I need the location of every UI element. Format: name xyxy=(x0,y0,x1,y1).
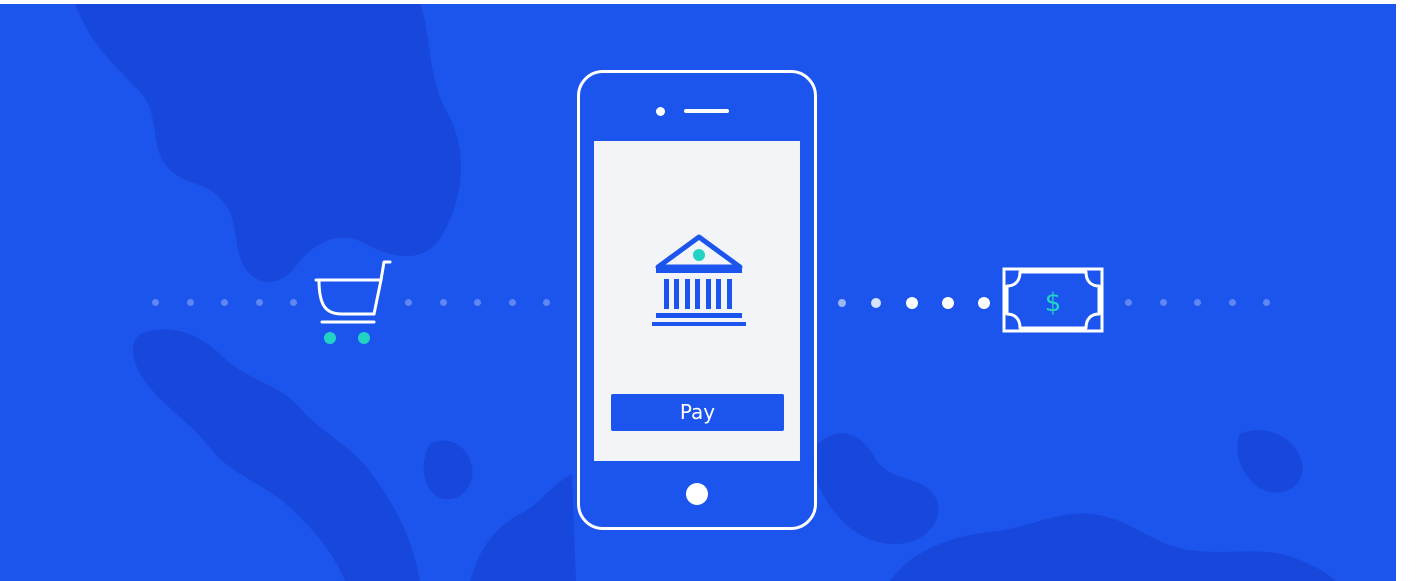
flow-dot-right-10 xyxy=(1263,299,1270,306)
phone-screen: Pay xyxy=(594,141,800,461)
map-landmass-middle xyxy=(132,329,420,581)
flow-dot-right-9 xyxy=(1229,299,1236,306)
map-landmass-bottom-center xyxy=(470,474,576,581)
shopping-cart-icon xyxy=(314,260,392,344)
dollar-sign: $ xyxy=(1045,288,1062,318)
flow-dot-right-4 xyxy=(942,297,954,309)
flow-dot-right-3 xyxy=(906,297,918,309)
smartphone: Pay xyxy=(577,70,817,530)
map-landmass-bottom-right xyxy=(890,513,1336,581)
pay-button[interactable]: Pay xyxy=(611,394,784,431)
map-landmass-far-right xyxy=(1237,430,1303,493)
flow-dot-left-3 xyxy=(221,299,228,306)
flow-dot-left-2 xyxy=(187,299,194,306)
flow-dot-left-5 xyxy=(290,299,297,306)
map-landmass-north xyxy=(75,4,462,283)
flow-dot-left-1 xyxy=(152,299,159,306)
phone-speaker xyxy=(684,109,729,113)
flow-dot-left-6 xyxy=(405,299,412,306)
phone-home-button xyxy=(686,483,708,505)
flow-dot-left-9 xyxy=(509,299,516,306)
flow-dot-right-5 xyxy=(978,297,990,309)
map-island-small xyxy=(423,440,473,500)
flow-dot-left-8 xyxy=(474,299,481,306)
flow-dot-right-1 xyxy=(838,299,846,307)
flow-dot-right-6 xyxy=(1125,299,1132,306)
phone-camera xyxy=(656,107,665,116)
flow-dot-left-7 xyxy=(440,299,447,306)
bank-icon xyxy=(652,234,746,326)
flow-dot-right-2 xyxy=(871,298,881,308)
flow-dot-left-10 xyxy=(543,299,550,306)
map-landmass-right-center xyxy=(813,433,939,545)
flow-dot-left-4 xyxy=(256,299,263,306)
payment-banner: Pay $ xyxy=(0,4,1396,581)
banknote-icon: $ xyxy=(1002,267,1104,333)
flow-dot-right-7 xyxy=(1160,299,1167,306)
flow-dot-right-8 xyxy=(1194,299,1201,306)
